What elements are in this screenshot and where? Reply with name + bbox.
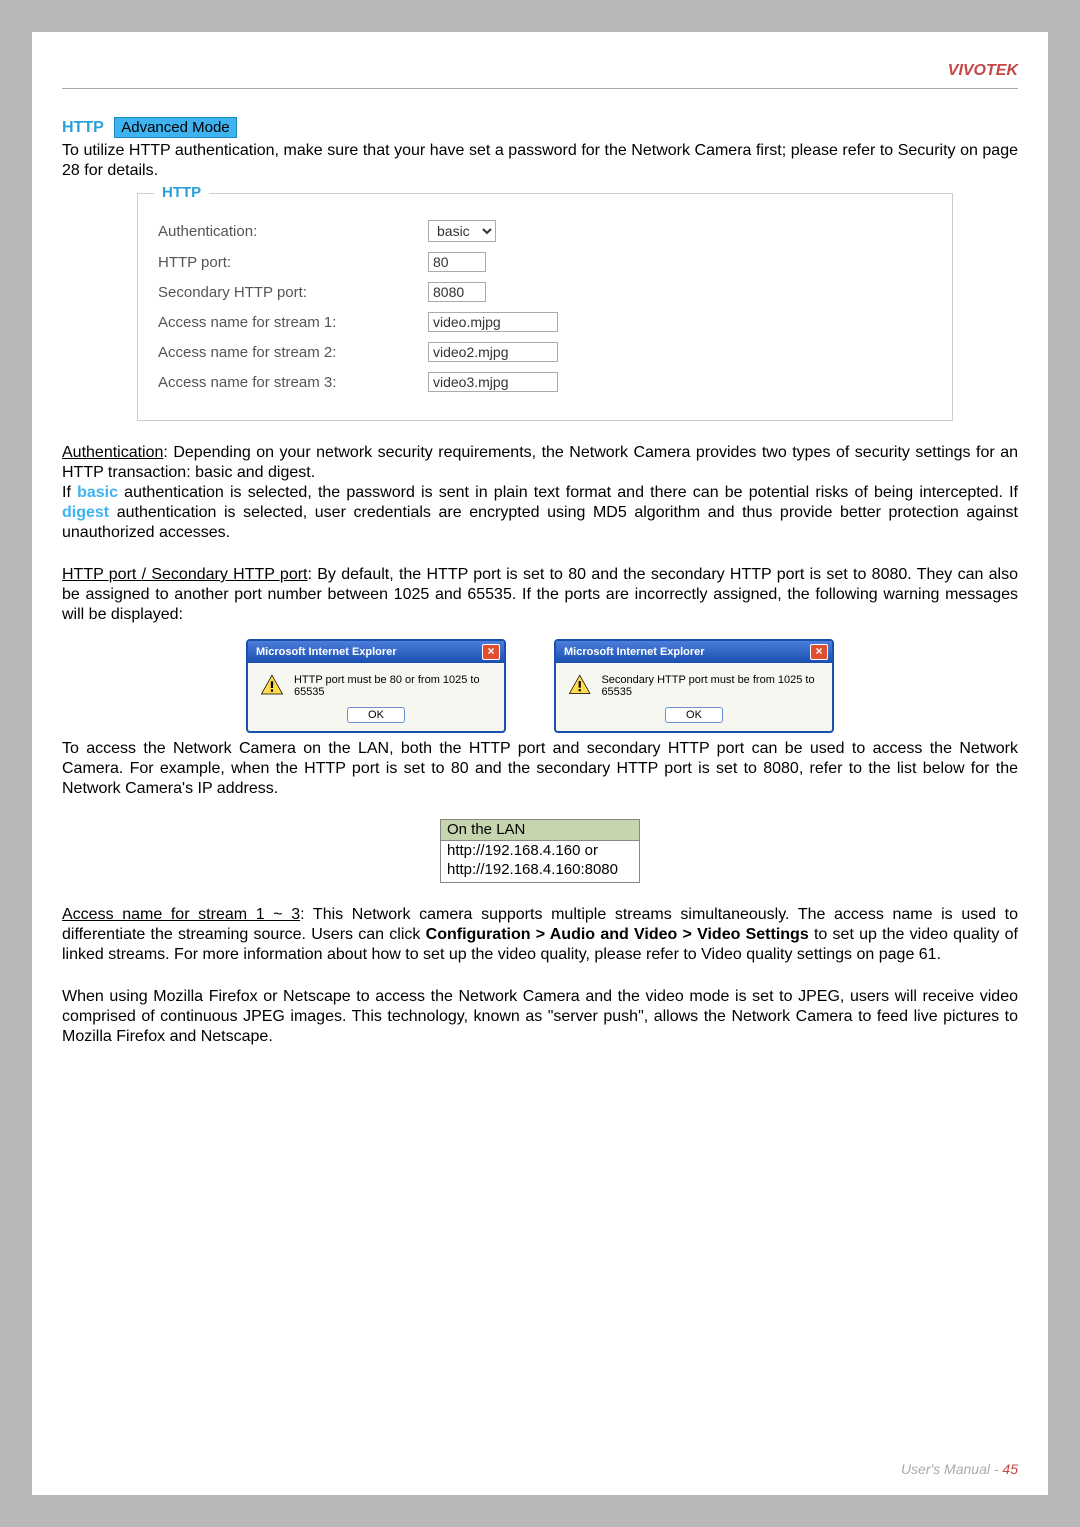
label-stream3: Access name for stream 3: xyxy=(158,374,428,391)
label-authentication: Authentication: xyxy=(158,223,428,240)
ports-paragraph: HTTP port / Secondary HTTP port: By defa… xyxy=(62,565,1018,625)
dialog1-title: Microsoft Internet Explorer xyxy=(256,646,397,658)
footer-label: User's Manual - xyxy=(901,1461,1002,1477)
kw-digest: digest xyxy=(62,504,109,521)
auth-t2b: authentication is selected, the password… xyxy=(118,484,1018,501)
intro-text: To utilize HTTP authentication, make sur… xyxy=(62,141,1018,181)
http-port-input[interactable] xyxy=(428,252,486,272)
dialog1-titlebar: Microsoft Internet Explorer × xyxy=(248,641,504,663)
access-bold: Configuration > Audio and Video > Video … xyxy=(426,926,809,943)
page: VIVOTEK HTTP Advanced Mode To utilize HT… xyxy=(32,32,1048,1495)
row-authentication: Authentication: basic xyxy=(158,220,932,242)
lan-head: On the LAN xyxy=(440,819,640,841)
row-stream1: Access name for stream 1: xyxy=(158,312,932,332)
row-stream2: Access name for stream 2: xyxy=(158,342,932,362)
label-stream1: Access name for stream 1: xyxy=(158,314,428,331)
lan-table: On the LAN http://192.168.4.160 or http:… xyxy=(440,819,640,883)
close-icon[interactable]: × xyxy=(810,644,828,660)
label-secondary-http-port: Secondary HTTP port: xyxy=(158,284,428,301)
lan-line2: http://192.168.4.160:8080 xyxy=(447,860,633,880)
mode-badge: Advanced Mode xyxy=(114,117,236,138)
row-http-port: HTTP port: xyxy=(158,252,932,272)
auth-t2a: If xyxy=(62,484,77,501)
row-stream3: Access name for stream 3: xyxy=(158,372,932,392)
lan-body: http://192.168.4.160 or http://192.168.4… xyxy=(440,841,640,883)
dialog1-msg: HTTP port must be 80 or from 1025 to 655… xyxy=(294,674,496,698)
dialog2-titlebar: Microsoft Internet Explorer × xyxy=(556,641,832,663)
lan-paragraph: To access the Network Camera on the LAN,… xyxy=(62,739,1018,799)
authentication-paragraph: Authentication: Depending on your networ… xyxy=(62,443,1018,543)
access-paragraph: Access name for stream 1 ~ 3: This Netwo… xyxy=(62,905,1018,965)
http-label: HTTP xyxy=(62,119,104,136)
auth-t1: : Depending on your network security req… xyxy=(62,444,1018,481)
brand-header: VIVOTEK xyxy=(62,62,1018,89)
dialog-http-port: Microsoft Internet Explorer × HTTP port … xyxy=(246,639,506,733)
dialog2-msg: Secondary HTTP port must be from 1025 to… xyxy=(601,674,824,698)
dialog2-ok-button[interactable]: OK xyxy=(665,707,723,723)
dialog-row: Microsoft Internet Explorer × HTTP port … xyxy=(62,639,1018,733)
http-legend: HTTP xyxy=(154,184,209,201)
dialog2-body: Secondary HTTP port must be from 1025 to… xyxy=(556,663,832,703)
secondary-http-port-input[interactable] xyxy=(428,282,486,302)
warning-icon xyxy=(568,673,591,699)
mozilla-paragraph: When using Mozilla Firefox or Netscape t… xyxy=(62,987,1018,1047)
section-title: HTTP Advanced Mode xyxy=(62,119,1018,137)
http-settings-box: HTTP Authentication: basic HTTP port: Se… xyxy=(137,193,953,421)
label-http-port: HTTP port: xyxy=(158,254,428,271)
access-heading: Access name for stream 1 ~ 3 xyxy=(62,906,300,923)
stream3-input[interactable] xyxy=(428,372,558,392)
close-icon[interactable]: × xyxy=(482,644,500,660)
auth-t2c: authentication is selected, user credent… xyxy=(62,504,1018,541)
footer: User's Manual - 45 xyxy=(901,1461,1018,1477)
dialog2-title: Microsoft Internet Explorer xyxy=(564,646,705,658)
kw-basic: basic xyxy=(77,484,118,501)
dialog1-buttons: OK xyxy=(248,703,504,731)
dialog1-ok-button[interactable]: OK xyxy=(347,707,405,723)
lan-line1: http://192.168.4.160 or xyxy=(447,841,633,861)
ports-heading: HTTP port / Secondary HTTP port xyxy=(62,566,308,583)
stream2-input[interactable] xyxy=(428,342,558,362)
authentication-select[interactable]: basic xyxy=(428,220,496,242)
dialog2-buttons: OK xyxy=(556,703,832,731)
auth-heading: Authentication xyxy=(62,444,163,461)
dialog1-body: HTTP port must be 80 or from 1025 to 655… xyxy=(248,663,504,703)
warning-icon xyxy=(260,673,284,699)
dialog-secondary-port: Microsoft Internet Explorer × Secondary … xyxy=(554,639,834,733)
footer-page: 45 xyxy=(1002,1461,1018,1477)
label-stream2: Access name for stream 2: xyxy=(158,344,428,361)
stream1-input[interactable] xyxy=(428,312,558,332)
row-secondary-http-port: Secondary HTTP port: xyxy=(158,282,932,302)
